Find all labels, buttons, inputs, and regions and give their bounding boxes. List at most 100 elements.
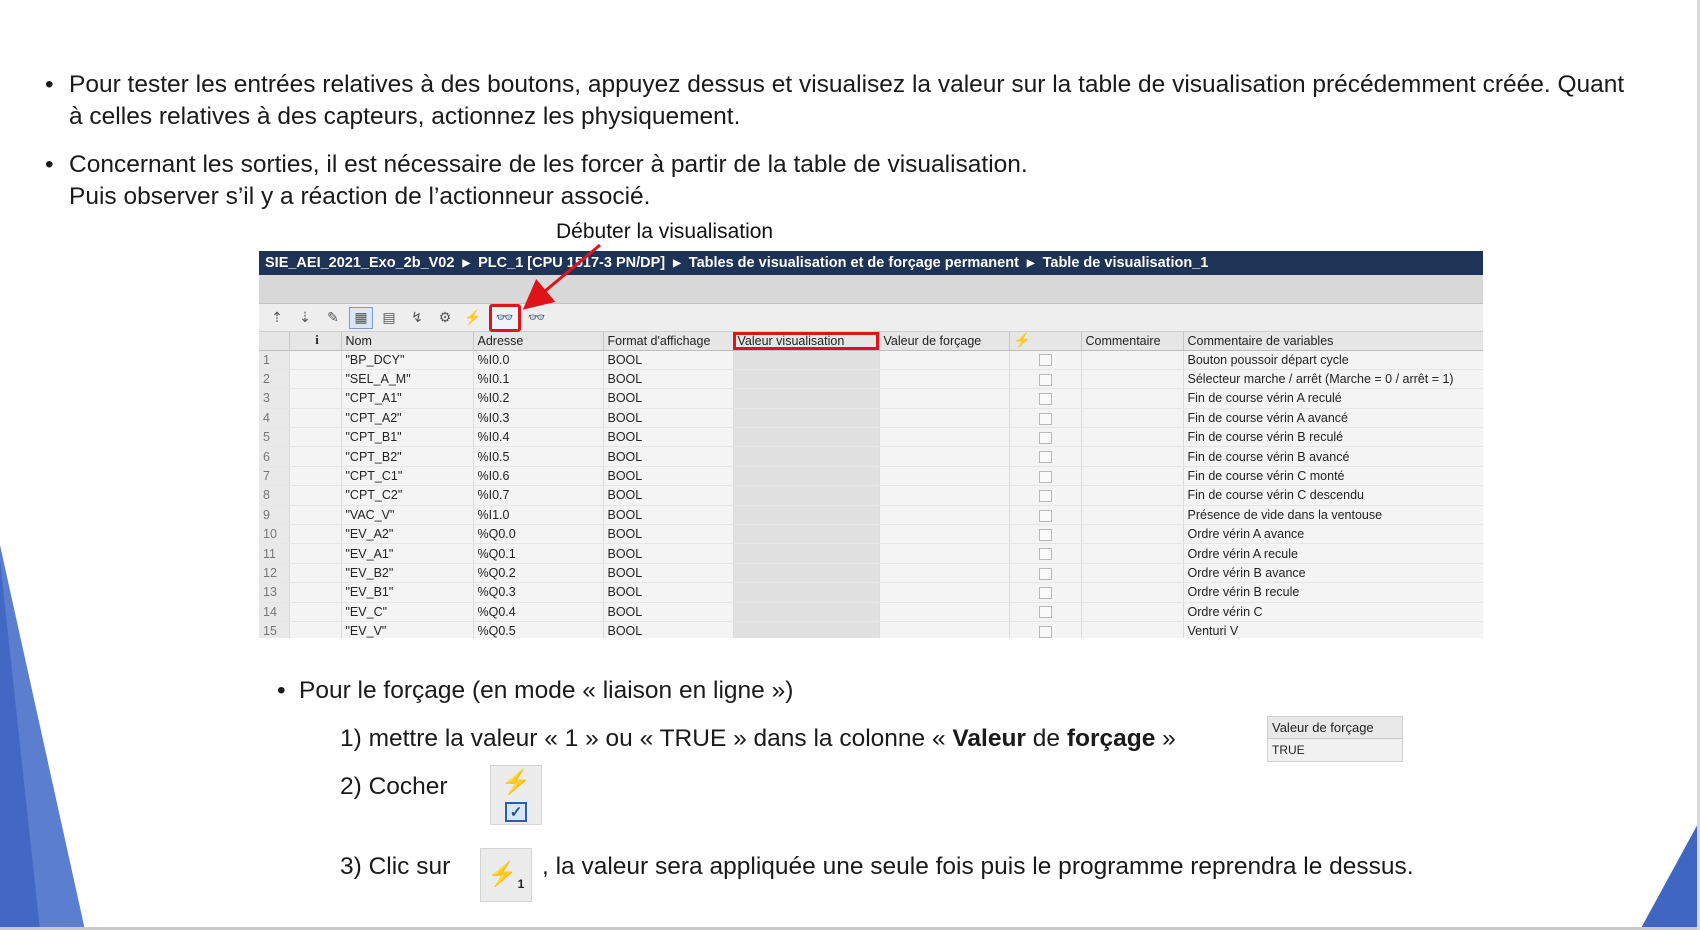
force-value-cell[interactable] — [879, 408, 1010, 429]
checkbox-icon[interactable] — [1038, 451, 1052, 464]
monitor-value-cell[interactable] — [733, 350, 880, 370]
info-cell[interactable] — [289, 582, 342, 603]
force-checkbox[interactable] — [1009, 427, 1082, 448]
format-cell[interactable]: BOOL — [603, 350, 734, 370]
name-cell[interactable]: "EV_A1" — [341, 543, 474, 564]
checkbox-icon[interactable] — [1038, 431, 1052, 444]
name-cell[interactable]: "CPT_B1" — [341, 427, 474, 448]
address-cell[interactable]: %Q0.3 — [473, 582, 604, 603]
variable-comment-cell[interactable]: Fin de course vérin A avancé — [1183, 408, 1483, 429]
force-value-cell[interactable] — [879, 466, 1010, 487]
checkbox-icon[interactable] — [1038, 490, 1052, 503]
variable-comment-cell[interactable]: Présence de vide dans la ventouse — [1183, 505, 1483, 526]
info-cell[interactable] — [289, 427, 342, 448]
info-cell[interactable] — [289, 524, 342, 545]
monitor-all-icon[interactable]: 👓 — [489, 303, 521, 332]
format-cell[interactable]: BOOL — [603, 485, 734, 506]
format-cell[interactable]: BOOL — [603, 563, 734, 584]
table-row[interactable]: 9 "VAC_V" %I1.0 BOOL Présence de vide dans l… — [259, 505, 1483, 526]
format-cell[interactable]: BOOL — [603, 408, 734, 429]
info-cell[interactable] — [289, 505, 342, 526]
name-cell[interactable]: "CPT_C1" — [341, 466, 474, 487]
address-cell[interactable]: %I0.2 — [473, 388, 604, 409]
checkbox-icon[interactable] — [1038, 373, 1052, 386]
info-cell[interactable] — [289, 543, 342, 564]
comment-cell[interactable] — [1081, 524, 1184, 545]
info-cell[interactable] — [289, 466, 342, 487]
address-cell[interactable]: %I0.4 — [473, 427, 604, 448]
force-checkbox[interactable] — [1009, 369, 1082, 390]
format-cell[interactable]: BOOL — [603, 369, 734, 390]
col-format[interactable]: Format d'affichage — [603, 332, 734, 351]
breadcrumb-tables[interactable]: Tables de visualisation et de forçage pe… — [689, 255, 1019, 271]
enable-peripheral-icon[interactable]: ⚡ — [461, 307, 485, 329]
checkbox-icon[interactable] — [1038, 393, 1052, 406]
checkbox-icon[interactable] — [1038, 567, 1052, 580]
address-cell[interactable]: %Q0.0 — [473, 524, 604, 545]
checked-checkbox-icon[interactable]: ✓ — [505, 801, 527, 822]
monitor-value-cell[interactable] — [733, 563, 880, 584]
monitor-value-cell[interactable] — [733, 485, 880, 506]
variable-comment-cell[interactable]: Ordre vérin B recule — [1183, 582, 1483, 603]
table-row[interactable]: 3 "CPT_A1" %I0.2 BOOL Fin de course vérin A … — [259, 388, 1483, 409]
address-cell[interactable]: %I0.5 — [473, 446, 604, 467]
rename-icon[interactable]: ✎ — [321, 307, 345, 329]
format-cell[interactable]: BOOL — [603, 388, 734, 409]
checkbox-icon[interactable] — [1038, 606, 1052, 619]
force-value-cell[interactable] — [879, 388, 1010, 409]
name-cell[interactable]: "SEL_A_M" — [341, 369, 474, 390]
checkbox-icon[interactable] — [1038, 412, 1052, 425]
force-checkbox[interactable] — [1009, 621, 1082, 638]
comment-cell[interactable] — [1081, 485, 1184, 506]
force-value-cell[interactable] — [879, 602, 1010, 622]
variable-comment-cell[interactable]: Fin de course vérin B reculé — [1183, 427, 1483, 448]
info-cell[interactable] — [289, 408, 342, 429]
checkbox-icon[interactable] — [1038, 354, 1052, 367]
address-cell[interactable]: %I0.0 — [473, 350, 604, 370]
format-cell[interactable]: BOOL — [603, 602, 734, 622]
force-checkbox[interactable] — [1009, 388, 1082, 409]
variable-comment-cell[interactable]: Fin de course vérin C monté — [1183, 466, 1483, 487]
info-cell[interactable] — [289, 485, 342, 506]
force-checkbox[interactable] — [1009, 505, 1082, 526]
name-cell[interactable]: "EV_B2" — [341, 563, 474, 584]
force-checkbox[interactable] — [1009, 485, 1082, 506]
address-cell[interactable]: %I0.1 — [473, 369, 604, 390]
name-cell[interactable]: "EV_A2" — [341, 524, 474, 545]
comment-cell[interactable] — [1081, 621, 1184, 638]
table-row[interactable]: 11 "EV_A1" %Q0.1 BOOL Ordre vérin A recule — [259, 543, 1483, 564]
name-cell[interactable]: "CPT_C2" — [341, 485, 474, 506]
address-cell[interactable]: %Q0.1 — [473, 543, 604, 564]
comment-cell[interactable] — [1081, 563, 1184, 584]
force-checkbox[interactable] — [1009, 543, 1082, 564]
variable-comment-cell[interactable]: Ordre vérin A avance — [1183, 524, 1483, 545]
checkbox-icon[interactable] — [1038, 548, 1052, 561]
format-cell[interactable]: BOOL — [603, 466, 734, 487]
comment-cell[interactable] — [1081, 388, 1184, 409]
checkbox-icon[interactable] — [1038, 625, 1052, 638]
table-row[interactable]: 14 "EV_C" %Q0.4 BOOL Ordre vérin C — [259, 602, 1483, 622]
monitor-value-cell[interactable] — [733, 621, 880, 638]
force-value-cell[interactable] — [879, 505, 1010, 526]
modify-trigger-icon[interactable]: ⚙ — [433, 307, 457, 329]
checkbox-icon[interactable] — [1038, 509, 1052, 522]
variable-comment-cell[interactable]: Bouton poussoir départ cycle — [1183, 350, 1483, 370]
info-cell[interactable] — [289, 621, 342, 638]
comment-cell[interactable] — [1081, 408, 1184, 429]
info-cell[interactable] — [289, 369, 342, 390]
breadcrumb-table[interactable]: Table de visualisation_1 — [1043, 255, 1209, 271]
extended-mode-icon[interactable]: ▤ — [377, 307, 401, 329]
force-checkbox[interactable] — [1009, 446, 1082, 467]
col-valeur-forcage[interactable]: Valeur de forçage — [879, 332, 1010, 351]
force-checkbox[interactable] — [1009, 582, 1082, 603]
force-value-cell[interactable] — [879, 582, 1010, 603]
address-cell[interactable]: %Q0.5 — [473, 621, 604, 638]
comment-cell[interactable] — [1081, 543, 1184, 564]
col-nom[interactable]: Nom — [341, 332, 474, 351]
force-value-cell[interactable] — [879, 563, 1010, 584]
table-row[interactable]: 2 "SEL_A_M" %I0.1 BOOL Sélecteur marche / ar… — [259, 369, 1483, 390]
address-cell[interactable]: %I0.3 — [473, 408, 604, 429]
variable-comment-cell[interactable]: Fin de course vérin C descendu — [1183, 485, 1483, 506]
comment-cell[interactable] — [1081, 582, 1184, 603]
variable-comment-cell[interactable]: Sélecteur marche / arrêt (Marche = 0 / a… — [1183, 369, 1483, 390]
